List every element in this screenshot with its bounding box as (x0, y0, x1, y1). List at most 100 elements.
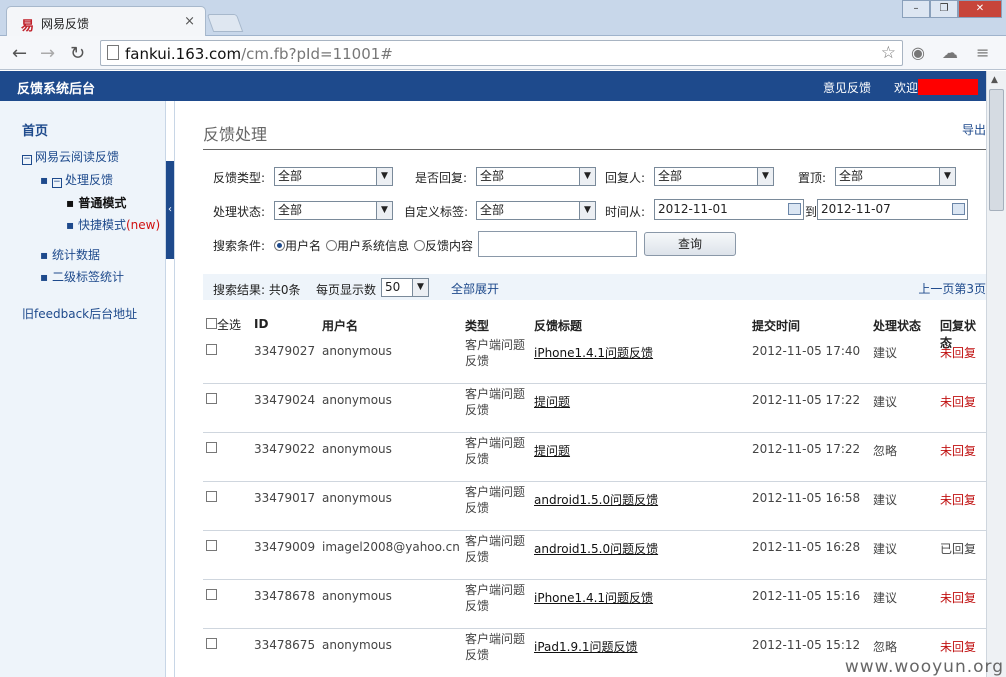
address-bar[interactable]: fankui.163.com/cm.fb?pId=11001# ☆ (100, 40, 903, 66)
col-time: 提交时间 (752, 319, 801, 333)
checkbox-icon[interactable] (206, 318, 217, 329)
row-title-link[interactable]: iPad1.9.1问题反馈 (534, 638, 638, 655)
radio-icon[interactable] (326, 240, 337, 251)
row-user: anonymous (322, 393, 392, 407)
pagination[interactable]: 上一页第3页 (918, 280, 986, 297)
app-header: 反馈系统后台 意见反馈 欢迎: (0, 71, 1006, 101)
collapse-icon[interactable]: − (51, 178, 62, 188)
top-select[interactable]: 全部 ▼ (835, 167, 956, 186)
per-page-label: 每页显示数 (316, 283, 377, 297)
row-title-link[interactable]: android1.5.0问题反馈 (534, 540, 658, 557)
radio-selected-icon[interactable] (274, 240, 285, 251)
radio-content[interactable]: 反馈内容 (414, 237, 473, 254)
radio-sysinfo[interactable]: 用户系统信息 (326, 237, 409, 254)
url-text[interactable]: fankui.163.com/cm.fb?pId=11001# (125, 45, 393, 63)
bookmark-star-icon[interactable]: ☆ (881, 43, 896, 63)
menu-icon[interactable]: ≡ (976, 43, 989, 62)
reload-icon[interactable]: ↻ (70, 43, 85, 64)
calendar-icon[interactable] (952, 203, 965, 215)
cloud-icon[interactable]: ☁ (942, 43, 958, 62)
calendar-icon[interactable] (788, 203, 801, 215)
per-page-select[interactable]: 50 ▼ (381, 278, 429, 297)
row-title-link[interactable]: iPhone1.4.1问题反馈 (534, 344, 653, 361)
checkbox-icon[interactable] (206, 491, 217, 502)
date-to-input[interactable]: 2012-11-07 (817, 199, 968, 220)
row-time: 2012-11-05 16:28 (752, 540, 861, 554)
collapse-icon[interactable]: − (22, 155, 32, 165)
query-button[interactable]: 查询 (644, 232, 736, 256)
new-tab-button[interactable] (206, 14, 244, 32)
expand-all-link[interactable]: 全部展开 (451, 280, 499, 297)
type-select[interactable]: 全部 ▼ (274, 167, 393, 186)
status-select[interactable]: 全部 ▼ (274, 201, 393, 220)
row-type: 客户端问题反馈 (465, 338, 526, 368)
radio-icon[interactable] (414, 240, 425, 251)
back-icon[interactable]: ← (12, 43, 27, 64)
checkbox-icon[interactable] (206, 344, 217, 355)
chevron-down-icon: ▼ (579, 168, 595, 185)
sidebar-item-tag-stats[interactable]: ▪ 二级标签统计 (40, 268, 124, 285)
checkbox-icon[interactable] (206, 638, 217, 649)
tab-close-icon[interactable]: × (184, 14, 195, 29)
new-badge: (new) (125, 218, 161, 232)
globe-icon[interactable]: ◉ (911, 43, 925, 62)
tag-label: 自定义标签: (404, 205, 469, 219)
search-input[interactable] (478, 231, 637, 257)
replied-select[interactable]: 全部 ▼ (476, 167, 596, 186)
row-checkbox[interactable] (206, 589, 217, 603)
row-title-link[interactable]: android1.5.0问题反馈 (534, 491, 658, 508)
browser-titlebar: 易 网易反馈 × – ❐ ✕ (0, 0, 1006, 36)
sidebar-item-quick-mode[interactable]: ▪ 快捷模式(new) (66, 216, 160, 233)
minimize-button[interactable]: – (902, 0, 930, 18)
scroll-up-icon[interactable]: ▲ (991, 75, 998, 85)
feedback-link[interactable]: 意见反馈 (823, 79, 871, 96)
sidebar-collapse-handle[interactable]: ‹ (166, 161, 174, 259)
sidebar-item-label: 普通模式 (78, 196, 127, 210)
row-checkbox[interactable] (206, 442, 217, 456)
row-checkbox[interactable] (206, 344, 217, 358)
browser-tab[interactable]: 易 网易反馈 × (6, 6, 206, 36)
export-link[interactable]: 导出 (962, 121, 986, 138)
row-type: 客户端问题反馈 (465, 534, 526, 564)
chevron-down-icon: ▼ (412, 279, 428, 296)
row-type: 客户端问题反馈 (465, 387, 526, 417)
sidebar-item-normal-mode[interactable]: ▪ 普通模式 (66, 194, 126, 211)
sidebar-item-stats[interactable]: ▪ 统计数据 (40, 246, 100, 263)
row-title-link[interactable]: 提问题 (534, 442, 570, 459)
row-checkbox[interactable] (206, 393, 217, 407)
radio-username[interactable]: 用户名 (274, 237, 321, 254)
row-user: anonymous (322, 589, 392, 603)
replier-select[interactable]: 全部 ▼ (654, 167, 774, 186)
row-reply-status: 未回复 (940, 444, 977, 458)
row-type: 客户端问题反馈 (465, 583, 526, 613)
sidebar-item-handle[interactable]: ▪ − 处理反馈 (40, 171, 113, 188)
select-value: 全部 (658, 169, 683, 183)
select-all[interactable]: 全选 (206, 316, 241, 333)
close-window-button[interactable]: ✕ (958, 0, 1002, 18)
top-label: 置顶: (798, 171, 827, 185)
date-from-input[interactable]: 2012-11-01 (654, 199, 804, 220)
sidebar-item-label: 快捷模式 (77, 218, 126, 232)
row-checkbox[interactable] (206, 491, 217, 505)
sidebar-group-yuedu[interactable]: − 网易云阅读反馈 (22, 148, 119, 165)
scrollbar-thumb[interactable] (989, 89, 1004, 211)
col-title: 反馈标题 (534, 319, 583, 333)
checkbox-icon[interactable] (206, 589, 217, 600)
maximize-button[interactable]: ❐ (930, 0, 958, 18)
tag-select[interactable]: 全部 ▼ (476, 201, 596, 220)
vertical-scrollbar[interactable]: ▲ (986, 71, 1006, 677)
sidebar-item-old-feedback[interactable]: 旧feedback后台地址 (22, 305, 137, 322)
checkbox-icon[interactable] (206, 442, 217, 453)
row-type: 客户端问题反馈 (465, 632, 526, 662)
checkbox-icon[interactable] (206, 393, 217, 404)
row-checkbox[interactable] (206, 638, 217, 652)
row-title-link[interactable]: iPhone1.4.1问题反馈 (534, 589, 653, 606)
row-title-link[interactable]: 提问题 (534, 393, 570, 410)
select-value: 全部 (278, 203, 303, 217)
page-icon (107, 45, 119, 60)
sidebar-item-home[interactable]: 首页 (22, 120, 48, 139)
chevron-down-icon: ▼ (376, 202, 392, 219)
checkbox-icon[interactable] (206, 540, 217, 551)
row-checkbox[interactable] (206, 540, 217, 554)
forward-icon[interactable]: → (40, 43, 55, 64)
